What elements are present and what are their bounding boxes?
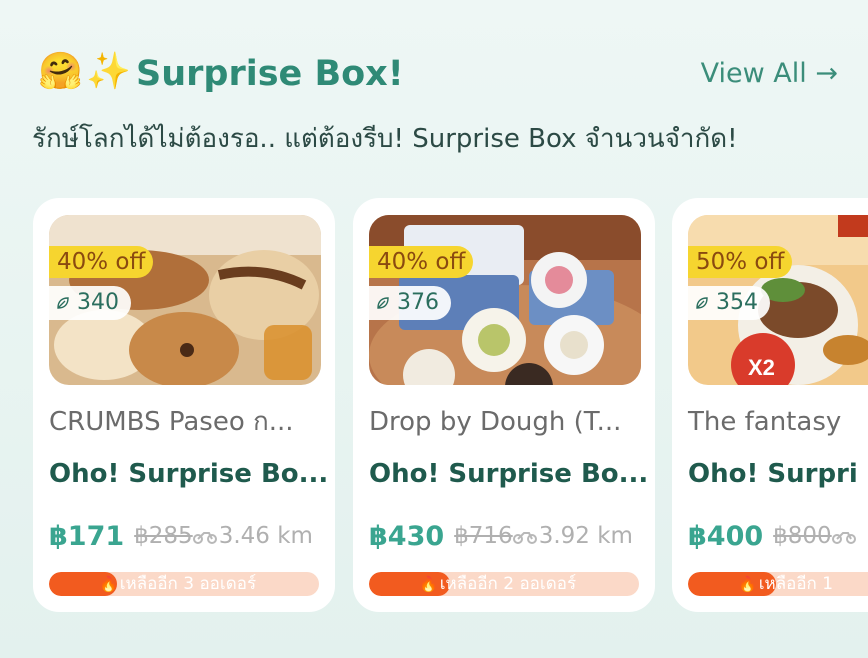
distance: 3.46 km [218, 523, 313, 549]
discount-badge: 40% off [49, 246, 154, 278]
sale-price: ฿400 [688, 520, 764, 552]
sale-price: ฿171 [49, 520, 125, 552]
stock-label: 🔥 เหลืออีก 3 ออเดอร์ [99, 572, 256, 596]
points-value: 340 [77, 290, 119, 315]
section-subtitle: รักษ์โลกได้ไม่ต้องรอ.. แต่ต้องรีบ! Surpr… [32, 124, 738, 154]
stock-text: เหลืออีก 1 [758, 574, 834, 594]
product-photo: X2 50% off 354 [688, 215, 868, 385]
original-price: ฿716 [454, 523, 513, 549]
price-row: ฿400 ฿800 [688, 516, 858, 556]
stock-label: 🔥 เหลืออีก 2 ออเดอร์ [419, 572, 576, 596]
fire-icon: 🔥 [738, 575, 757, 593]
motorbike-icon [192, 532, 217, 544]
store-name: Drop by Dough (T... [369, 407, 622, 437]
points-value: 354 [716, 290, 758, 315]
discount-badge: 40% off [369, 246, 474, 278]
stock-text: เหลืออีก 2 ออเดอร์ [439, 574, 577, 594]
product-card[interactable]: 40% off 340 CRUMBS Paseo ก... Oho! Surpr… [33, 198, 335, 612]
price-row: ฿430 ฿716 3.92 km [369, 516, 633, 556]
surprise-box-section: 🤗 ✨ Surprise Box! View All → รักษ์โลกได้… [0, 0, 868, 658]
hugging-face-icon: 🤗 [38, 51, 83, 92]
original-price: ฿800 [773, 523, 832, 549]
product-photo: 40% off 376 [369, 215, 641, 385]
product-name: Oho! Surprise Bo... [369, 459, 649, 489]
store-name: The fantasy [688, 407, 842, 437]
stock-text: เหลืออีก 3 ออเดอร์ [119, 574, 257, 594]
leaf-icon [57, 297, 69, 309]
product-card[interactable]: 40% off 376 Drop by Dough (T... Oho! Sur… [353, 198, 655, 612]
motorbike-icon [512, 532, 537, 544]
product-name: Oho! Surprise Bo... [49, 459, 329, 489]
svg-text:X2: X2 [748, 355, 775, 380]
sale-price: ฿430 [369, 520, 445, 552]
motorbike-icon [831, 532, 856, 544]
product-name: Oho! Surpri [688, 459, 858, 489]
view-all-link[interactable]: View All → [701, 56, 838, 92]
sparkles-icon: ✨ [86, 51, 131, 92]
stock-bar: 🔥 เหลืออีก 2 ออเดอร์ [369, 572, 639, 596]
price-row: ฿171 ฿285 3.46 km [49, 516, 313, 556]
fire-icon: 🔥 [99, 575, 118, 593]
points-badge: 340 [49, 286, 131, 320]
points-badge: 354 [688, 286, 770, 320]
stock-bar: 🔥 เหลืออีก 1 [688, 572, 868, 596]
section-title: Surprise Box! [136, 54, 404, 94]
leaf-icon [377, 297, 389, 309]
points-value: 376 [397, 290, 439, 315]
stock-label: 🔥 เหลืออีก 1 [738, 572, 833, 596]
product-photo: 40% off 340 [49, 215, 321, 385]
stock-bar: 🔥 เหลืออีก 3 ออเดอร์ [49, 572, 319, 596]
discount-badge: 50% off [688, 246, 793, 278]
product-card[interactable]: X2 50% off 354 The fantasy Oho! Surpri ฿… [672, 198, 868, 612]
original-price: ฿285 [134, 523, 193, 549]
distance: 3.92 km [538, 523, 633, 549]
store-name: CRUMBS Paseo ก... [49, 407, 294, 437]
leaf-icon [696, 297, 708, 309]
fire-icon: 🔥 [419, 575, 438, 593]
section-header: 🤗 ✨ Surprise Box! View All → [38, 48, 838, 98]
points-badge: 376 [369, 286, 451, 320]
